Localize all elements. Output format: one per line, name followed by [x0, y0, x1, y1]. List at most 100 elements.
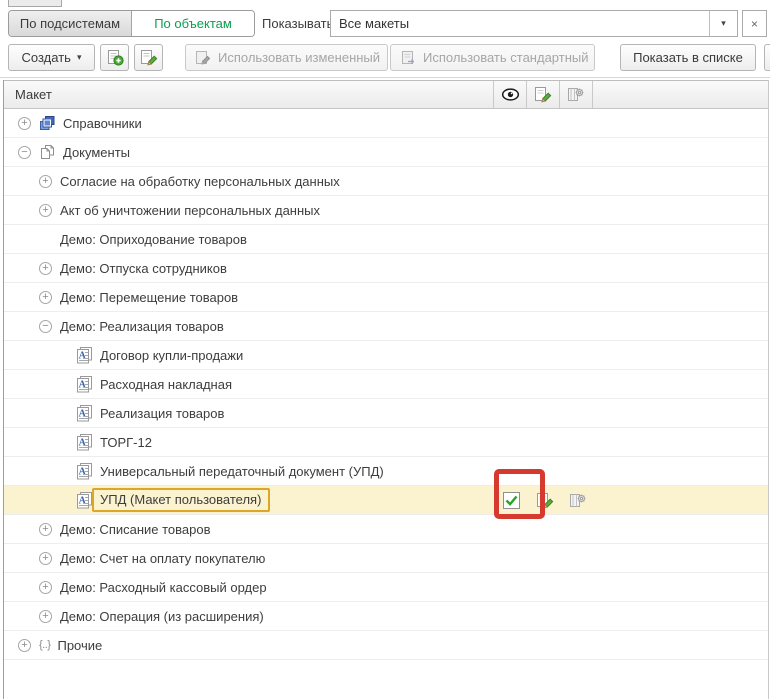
expand-icon[interactable]: +	[39, 581, 52, 594]
tree-row[interactable]: A Универсальный передаточный документ (УП…	[4, 457, 768, 486]
tree-row-label: Реализация товаров	[100, 406, 224, 421]
expand-icon[interactable]: +	[39, 204, 52, 217]
column-header-layout[interactable]: Макет	[4, 81, 493, 108]
tree-row[interactable]: A Договор купли-продажи	[4, 341, 768, 370]
add-layout-button[interactable]	[100, 44, 129, 71]
expand-icon[interactable]: +	[39, 291, 52, 304]
tree-row-label: Справочники	[63, 116, 142, 131]
tree-row-label: УПД (Макет пользователя)	[92, 488, 270, 512]
tree-row[interactable]: Демо: Оприходование товаров	[4, 225, 768, 254]
layout-icon: A	[76, 376, 93, 393]
expand-icon[interactable]: +	[39, 610, 52, 623]
use-standard-label: Использовать стандартный	[423, 50, 589, 65]
tree-row-label: Демо: Операция (из расширения)	[60, 609, 264, 624]
tree-row[interactable]: +Демо: Отпуска сотрудников	[4, 254, 768, 283]
tree-row-label: Универсальный передаточный документ (УПД…	[100, 464, 384, 479]
tree-row[interactable]: − Документы	[4, 138, 768, 167]
chevron-down-icon[interactable]: ▾	[709, 11, 737, 36]
tab-by-objects-label: По объектам	[154, 16, 232, 31]
tree-row[interactable]: + Демо: Операция (из расширения)	[4, 602, 768, 631]
tree-rows-area: + Справочники − Документы + Согласие на обраб…	[4, 109, 768, 660]
tab-by-objects[interactable]: По объектам	[132, 11, 254, 36]
layout-icon: A	[76, 405, 93, 422]
layout-icon: A	[76, 434, 93, 451]
tree-row[interactable]: + Демо: Расходный кассовый ордер	[4, 573, 768, 602]
documents-icon	[39, 144, 56, 160]
tree-row[interactable]: + Демо: Счет на оплату покупателю	[4, 544, 768, 573]
tree-row[interactable]: + Акт об уничтожении персональных данных	[4, 196, 768, 225]
expand-icon[interactable]: +	[39, 552, 52, 565]
tree-row[interactable]: −Демо: Реализация товаров	[4, 312, 768, 341]
layout-filter-value: Все макеты	[331, 11, 709, 36]
tree-row-label: ТОРГ-12	[100, 435, 152, 450]
view-switch: По подсистемам По объектам	[8, 10, 255, 37]
braces-icon: {..}	[39, 639, 50, 651]
tree-row[interactable]: + Справочники	[4, 109, 768, 138]
use-standard-button[interactable]: Использовать стандартный	[390, 44, 595, 71]
tree-row-label: Демо: Списание товаров	[60, 522, 211, 537]
tree-row-label: Демо: Реализация товаров	[60, 319, 224, 334]
standard-layout-cell-icon[interactable]	[561, 486, 594, 514]
collapse-icon[interactable]: −	[18, 146, 31, 159]
eye-icon	[501, 88, 520, 101]
show-in-list-button[interactable]: Показать в списке	[620, 44, 756, 71]
add-document-icon	[106, 49, 124, 66]
tree-row[interactable]: A Реализация товаров	[4, 399, 768, 428]
clipped-toolbar-button[interactable]	[764, 44, 770, 71]
tree-row-label: Демо: Счет на оплату покупателю	[60, 551, 265, 566]
tree-row-selected[interactable]: AУПД (Макет пользователя)	[4, 486, 768, 515]
used-layout-checkbox[interactable]	[495, 486, 528, 514]
use-modified-button[interactable]: Использовать измененный	[185, 44, 388, 71]
column-header-visibility[interactable]	[493, 81, 526, 108]
edit-layout-icon	[534, 86, 552, 103]
column-header-layout-label: Макет	[15, 87, 52, 102]
create-button-label: Создать	[22, 50, 71, 65]
tab-by-subsystems-label: По подсистемам	[20, 16, 120, 31]
expand-icon[interactable]: +	[39, 262, 52, 275]
show-filter-label: Показывать:	[262, 16, 337, 31]
tree-row[interactable]: + {..} Прочие	[4, 631, 768, 660]
chevron-down-icon: ▾	[77, 52, 82, 63]
table-header: Макет	[4, 80, 768, 109]
tree-row[interactable]: + Демо: Перемещение товаров	[4, 283, 768, 312]
column-header-modified[interactable]	[526, 81, 559, 108]
tree-row[interactable]: + Демо: Списание товаров	[4, 515, 768, 544]
tree-row-label: Договор купли-продажи	[100, 348, 243, 363]
clear-filter-button[interactable]: ×	[742, 10, 767, 37]
tree-row-label: Расходная накладная	[100, 377, 232, 392]
show-in-list-label: Показать в списке	[633, 50, 743, 65]
edit-layout-button[interactable]	[134, 44, 163, 71]
use-modified-label: Использовать измененный	[218, 50, 380, 65]
layout-icon: A	[76, 347, 93, 364]
layout-icon: A	[76, 492, 93, 509]
collapse-icon[interactable]: −	[39, 320, 52, 333]
expand-icon[interactable]: +	[39, 523, 52, 536]
layout-filter-combobox[interactable]: Все макеты ▾	[330, 10, 738, 37]
layouts-manager-window: По подсистемам По объектам Показывать: В…	[0, 0, 770, 699]
catalogs-icon	[39, 115, 56, 131]
tree-row-label: Демо: Расходный кассовый ордер	[60, 580, 267, 595]
tree-row[interactable]: + Согласие на обработку персональных данн…	[4, 167, 768, 196]
use-standard-icon	[400, 50, 417, 66]
tree-row-label: Демо: Перемещение товаров	[60, 290, 238, 305]
layout-icon: A	[76, 463, 93, 480]
layouts-tree-table: Макет	[3, 80, 769, 699]
edit-layout-cell-icon[interactable]	[528, 486, 561, 514]
expand-icon[interactable]: +	[18, 117, 31, 130]
expand-icon[interactable]: +	[18, 639, 31, 652]
tree-row-label: Согласие на обработку персональных данны…	[60, 174, 340, 189]
tree-row-label: Демо: Оприходование товаров	[60, 232, 247, 247]
tree-row-label: Акт об уничтожении персональных данных	[60, 203, 320, 218]
window-tab-stub	[8, 0, 62, 7]
tree-row-label: Документы	[63, 145, 130, 160]
edit-pencil-icon	[140, 49, 158, 66]
tree-row-label: Прочие	[57, 638, 102, 653]
expand-icon[interactable]: +	[39, 175, 52, 188]
tree-row[interactable]: A ТОРГ-12	[4, 428, 768, 457]
column-header-standard[interactable]	[559, 81, 592, 108]
tree-row[interactable]: A Расходная накладная	[4, 370, 768, 399]
tab-by-subsystems[interactable]: По подсистемам	[9, 11, 132, 36]
column-header-filler	[592, 81, 768, 108]
create-button[interactable]: Создать ▾	[8, 44, 95, 71]
use-modified-icon	[195, 50, 212, 66]
